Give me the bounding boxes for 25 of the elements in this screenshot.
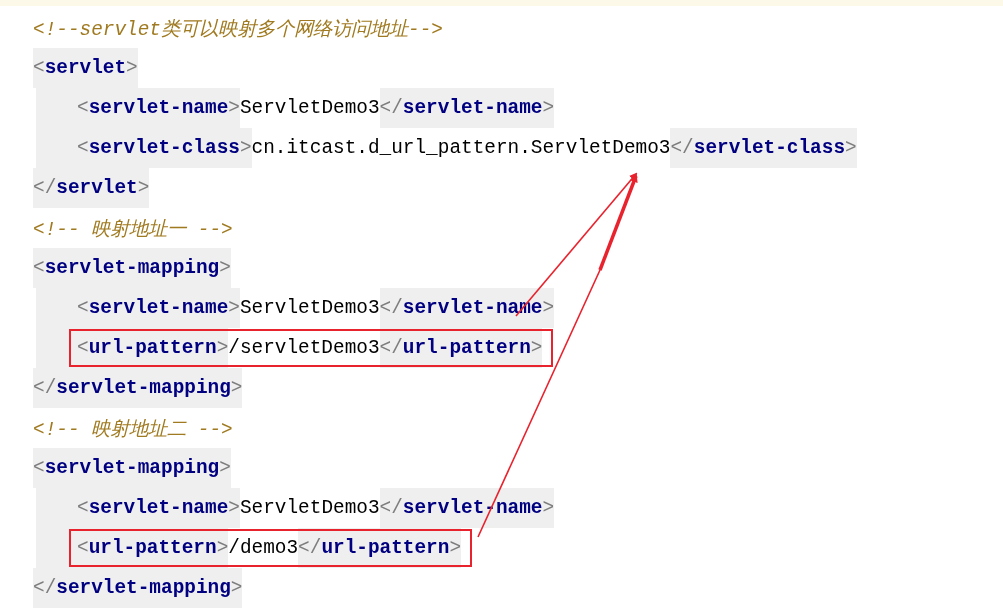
xml-comment: <!-- 映射地址二 --> bbox=[33, 417, 233, 443]
xml-tag: <servlet-mapping> bbox=[33, 448, 231, 488]
xml-tag: <servlet-mapping> bbox=[33, 248, 231, 288]
tag-value: /servletDemo3 bbox=[228, 336, 380, 361]
tag-value: ServletDemo3 bbox=[239, 96, 380, 121]
xml-tag: <servlet> bbox=[33, 48, 138, 88]
xml-tag: </servlet-mapping> bbox=[33, 368, 243, 408]
xml-tag: </servlet> bbox=[33, 168, 150, 208]
xml-tag: <servlet-name> bbox=[77, 88, 240, 128]
xml-tag: </url-pattern> bbox=[379, 328, 543, 368]
tag-value: ServletDemo3 bbox=[239, 496, 380, 521]
xml-tag: </servlet-name> bbox=[379, 88, 555, 128]
xml-comment: <!--servlet类可以映射多个网络访问地址--> bbox=[33, 17, 443, 43]
xml-comment: <!-- 映射地址一 --> bbox=[33, 217, 233, 243]
xml-tag: </url-pattern> bbox=[298, 528, 462, 568]
xml-tag: <servlet-name> bbox=[77, 488, 240, 528]
xml-tag: </servlet-mapping> bbox=[33, 568, 243, 608]
tag-value: ServletDemo3 bbox=[239, 296, 380, 321]
xml-tag: <url-pattern> bbox=[77, 528, 229, 568]
tag-value: cn.itcast.d_url_pattern.ServletDemo3 bbox=[251, 136, 671, 161]
xml-tag: <servlet-name> bbox=[77, 288, 240, 328]
xml-tag: <url-pattern> bbox=[77, 328, 229, 368]
xml-tag: </servlet-class> bbox=[670, 128, 857, 168]
tag-value: /demo3 bbox=[228, 536, 299, 561]
xml-tag: <servlet-class> bbox=[77, 128, 252, 168]
